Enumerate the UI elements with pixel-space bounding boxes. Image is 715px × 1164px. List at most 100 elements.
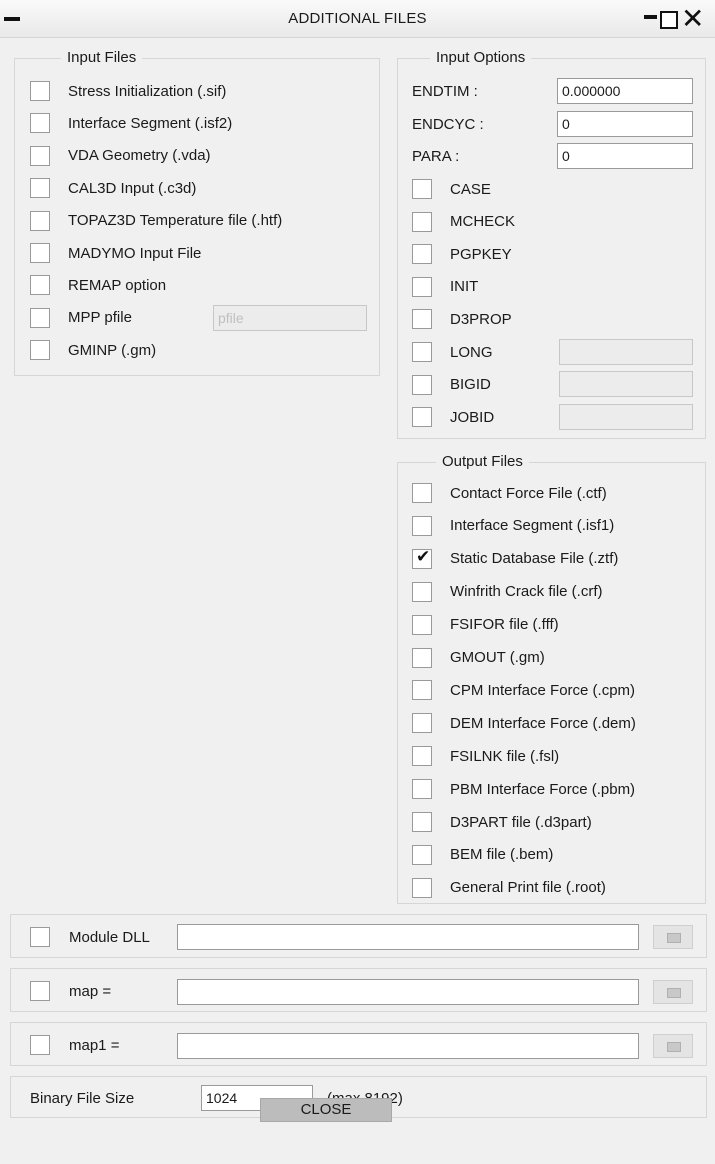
long-input[interactable] (559, 339, 693, 365)
input-file-checkbox[interactable] (30, 340, 50, 361)
map1-row: map1 = (30, 1032, 119, 1058)
output-file-checkbox[interactable]: ✔ (412, 547, 432, 569)
output-file-checkbox[interactable] (412, 614, 432, 635)
input-option-item-pgpkey[interactable]: PGPKEY (412, 241, 512, 267)
close-window-icon[interactable]: ✕ (681, 5, 704, 33)
output-file-checkbox[interactable] (412, 779, 432, 800)
output-file-checkbox[interactable] (412, 713, 432, 734)
close-button[interactable]: CLOSE (260, 1098, 392, 1122)
endtim-row: ENDTIM : (412, 78, 478, 104)
endcyc-input[interactable]: 0 (557, 111, 693, 137)
input-file-item-madymo-input-file[interactable]: MADYMO Input File (30, 240, 201, 266)
output-file-checkbox[interactable] (412, 647, 432, 668)
output-file-item-cpm-interface-force-cpm[interactable]: CPM Interface Force (.cpm) (412, 677, 635, 703)
module-dll-checkbox[interactable] (30, 927, 50, 947)
input-option-label: MCHECK (450, 213, 516, 231)
input-option-label: CASE (450, 180, 491, 198)
map1-checkbox[interactable] (30, 1035, 50, 1055)
output-file-checkbox[interactable] (412, 483, 432, 503)
output-file-checkbox[interactable] (412, 812, 432, 832)
input-file-item-gminp-gm[interactable]: GMINP (.gm) (30, 337, 156, 363)
input-file-item-cal3d-input-c3d[interactable]: CAL3D Input (.c3d) (30, 175, 196, 201)
input-file-checkbox[interactable] (30, 275, 50, 296)
input-option-label: PGPKEY (450, 245, 512, 263)
input-option-item-init[interactable]: INIT (412, 274, 478, 300)
output-file-item-static-database-file-ztf[interactable]: ✔ Static Database File (.ztf) (412, 546, 618, 572)
map1-input[interactable] (177, 1033, 639, 1059)
para-input[interactable]: 0 (557, 143, 693, 169)
minimize-icon[interactable] (644, 15, 657, 19)
input-option-item-jobid[interactable]: JOBID (412, 404, 494, 430)
window-title: ADDITIONAL FILES (288, 10, 427, 27)
input-file-checkbox[interactable] (30, 243, 50, 263)
maximize-icon[interactable] (660, 11, 678, 29)
input-option-item-bigid[interactable]: BIGID (412, 372, 491, 398)
map-checkbox[interactable] (30, 981, 50, 1001)
output-file-checkbox[interactable] (412, 581, 432, 602)
output-file-label: FSIFOR file (.fff) (450, 616, 559, 634)
input-option-item-case[interactable]: CASE (412, 176, 491, 202)
output-file-checkbox[interactable] (412, 515, 432, 536)
output-file-label: D3PART file (.d3part) (450, 813, 592, 831)
output-file-checkbox[interactable] (412, 680, 432, 701)
binary-size-label: Binary File Size (30, 1089, 135, 1107)
output-file-item-dem-interface-force-dem[interactable]: DEM Interface Force (.dem) (412, 710, 636, 736)
input-file-checkbox[interactable] (30, 178, 50, 199)
input-option-checkbox[interactable] (412, 276, 432, 297)
map-label: map = (69, 982, 112, 1000)
input-file-label: GMINP (.gm) (68, 341, 157, 359)
input-file-item-vda-geometry-vda[interactable]: VDA Geometry (.vda) (30, 143, 211, 169)
bigid-input[interactable] (559, 371, 693, 397)
input-option-checkbox[interactable] (412, 244, 432, 265)
input-option-checkbox[interactable] (412, 342, 432, 362)
mpp-pfile-input[interactable]: pfile (213, 305, 367, 331)
input-option-label: LONG (450, 343, 493, 361)
map-input[interactable] (177, 979, 639, 1005)
endcyc-label: ENDCYC : (412, 115, 484, 133)
input-file-item-interface-segment-isf2[interactable]: Interface Segment (.isf2) (30, 110, 232, 136)
output-file-item-winfrith-crack-file-crf[interactable]: Winfrith Crack file (.crf) (412, 579, 603, 605)
output-file-item-bem-file-bem[interactable]: BEM file (.bem) (412, 842, 553, 868)
input-file-item-remap-option[interactable]: REMAP option (30, 272, 166, 298)
output-file-label: CPM Interface Force (.cpm) (450, 681, 636, 699)
input-option-checkbox[interactable] (412, 179, 432, 199)
module-dll-browse-button[interactable] (653, 925, 693, 949)
map1-browse-button[interactable] (653, 1034, 693, 1058)
input-option-checkbox[interactable] (412, 309, 432, 330)
output-file-item-interface-segment-isf1[interactable]: Interface Segment (.isf1) (412, 513, 614, 539)
endtim-input[interactable]: 0.000000 (557, 78, 693, 104)
input-option-label: D3PROP (450, 310, 512, 328)
input-option-item-d3prop[interactable]: D3PROP (412, 306, 512, 332)
output-file-item-fsifor-file-fff[interactable]: FSIFOR file (.fff) (412, 612, 559, 638)
input-option-label: BIGID (450, 376, 491, 394)
output-file-checkbox[interactable] (412, 877, 432, 898)
input-file-checkbox[interactable] (30, 145, 50, 166)
output-file-checkbox[interactable] (412, 844, 432, 865)
output-file-item-d3part-file-d3part[interactable]: D3PART file (.d3part) (412, 809, 592, 835)
input-file-item-mpp-pfile[interactable]: MPP pfile (30, 305, 132, 331)
input-file-checkbox[interactable] (30, 113, 50, 134)
output-file-item-fsilnk-file-fsl[interactable]: FSILNK file (.fsl) (412, 743, 559, 769)
jobid-input[interactable] (559, 404, 693, 430)
output-file-item-pbm-interface-force-pbm[interactable]: PBM Interface Force (.pbm) (412, 776, 635, 802)
output-file-item-general-print-file-root[interactable]: General Print file (.root) (412, 875, 606, 901)
input-option-item-mcheck[interactable]: MCHECK (412, 209, 515, 235)
map-row: map = (30, 978, 111, 1004)
input-file-checkbox[interactable] (30, 307, 50, 328)
input-option-checkbox[interactable] (412, 211, 432, 232)
module-dll-input[interactable] (177, 924, 639, 950)
input-file-checkbox[interactable] (30, 81, 50, 101)
input-option-item-long[interactable]: LONG (412, 339, 493, 365)
output-file-item-contact-force-file-ctf[interactable]: Contact Force File (.ctf) (412, 480, 607, 506)
input-file-checkbox[interactable] (30, 210, 50, 231)
input-file-label: VDA Geometry (.vda) (68, 147, 211, 165)
map-browse-button[interactable] (653, 980, 693, 1004)
output-file-checkbox[interactable] (412, 746, 432, 767)
input-option-checkbox[interactable] (412, 374, 432, 395)
output-file-item-gmout-gm[interactable]: GMOUT (.gm) (412, 645, 545, 671)
input-file-item-stress-initialization-sif[interactable]: Stress Initialization (.sif) (30, 78, 226, 104)
input-option-checkbox[interactable] (412, 407, 432, 428)
output-file-label: FSILNK file (.fsl) (450, 747, 560, 765)
input-file-item-topaz3d-temperature-file-htf[interactable]: TOPAZ3D Temperature file (.htf) (30, 208, 282, 234)
output-file-label: Contact Force File (.ctf) (450, 484, 607, 502)
